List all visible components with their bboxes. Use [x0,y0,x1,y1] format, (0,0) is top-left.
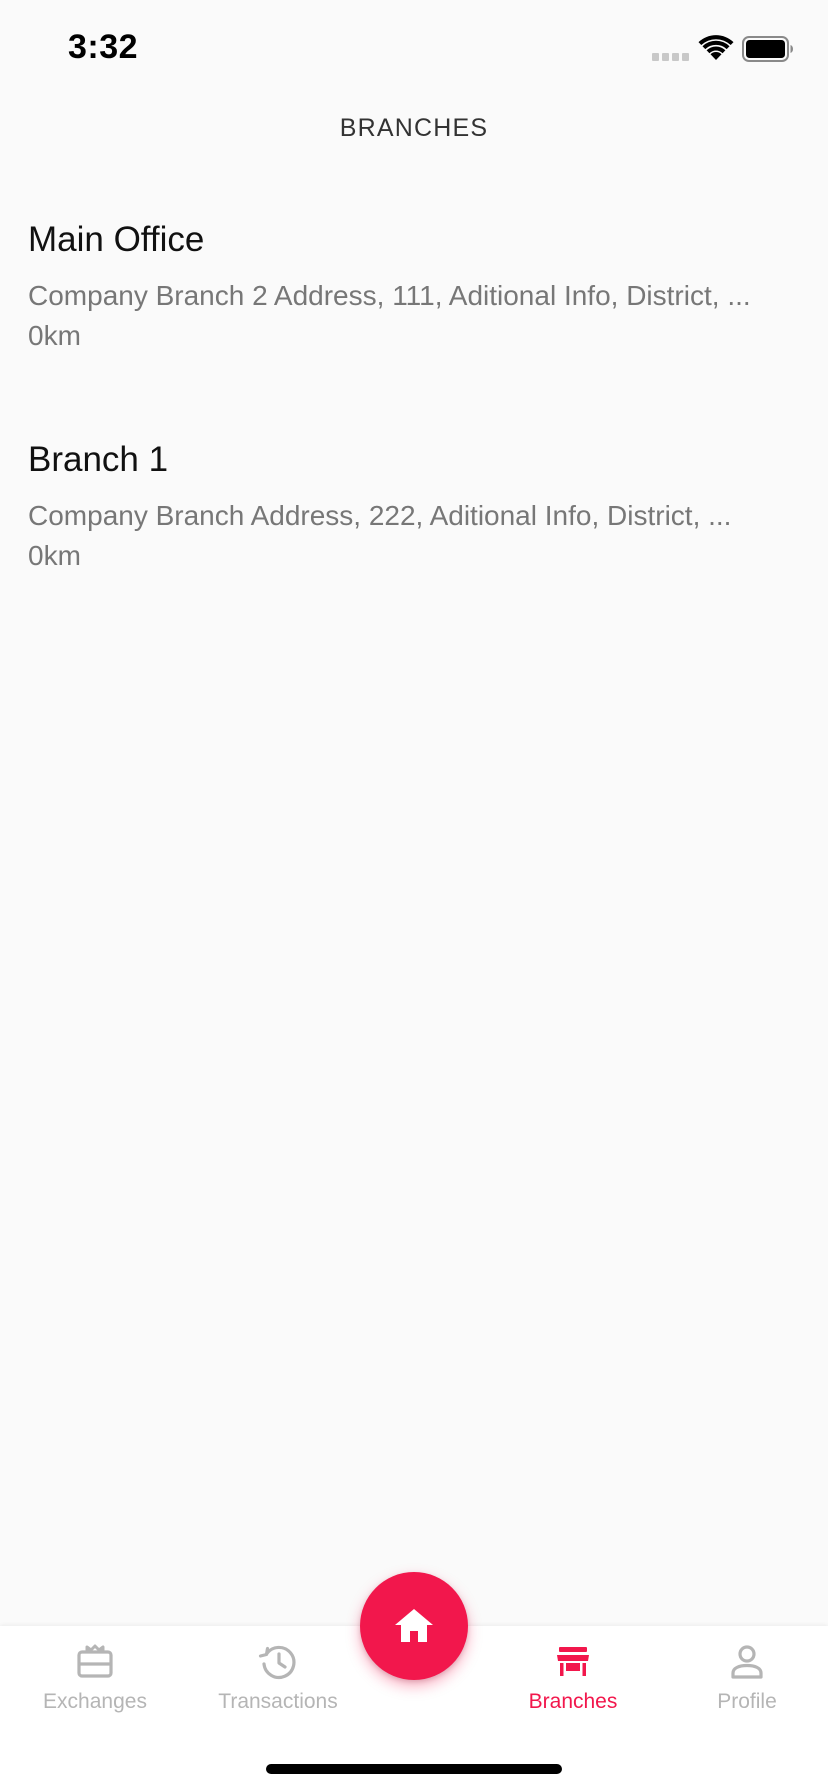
home-fab-button[interactable] [360,1572,468,1680]
branch-distance: 0km [28,319,81,351]
tab-label: Branches [528,1690,618,1713]
tab-branches[interactable]: Branches [488,1642,658,1714]
branch-item-branch-1[interactable]: Branch 1 Company Branch Address, 222, Ad… [0,430,828,650]
branch-distance: 0km [28,539,81,571]
branch-name: Branch 1 [28,440,169,479]
tab-transactions[interactable]: Transactions [193,1642,363,1714]
battery-icon [742,36,793,62]
page-title: BRANCHES [339,114,489,142]
branch-list: Main Office Company Branch 2 Address, 11… [0,210,828,650]
branch-address: Company Branch Address, 222, Aditional I… [28,500,732,531]
tab-label: Exchanges [43,1690,147,1713]
status-time: 3:32 [68,28,139,66]
tab-label: Profile [717,1690,777,1713]
tab-exchanges[interactable]: Exchanges [10,1642,180,1714]
tab-label: Transactions [218,1690,338,1713]
home-icon [395,1609,433,1642]
person-icon [731,1645,763,1679]
tab-profile[interactable]: Profile [662,1642,828,1714]
store-icon [557,1647,589,1676]
cellular-signal-icon [652,53,689,61]
history-clock-icon [258,1645,296,1680]
exchange-box-icon [77,1644,113,1678]
wifi-icon [698,35,734,60]
branch-item-main-office[interactable]: Main Office Company Branch 2 Address, 11… [0,210,828,430]
home-indicator[interactable] [266,1764,562,1774]
branch-address: Company Branch 2 Address, 111, Aditional… [28,280,751,311]
branch-name: Main Office [28,220,205,259]
status-bar: 3:32 [0,0,828,100]
